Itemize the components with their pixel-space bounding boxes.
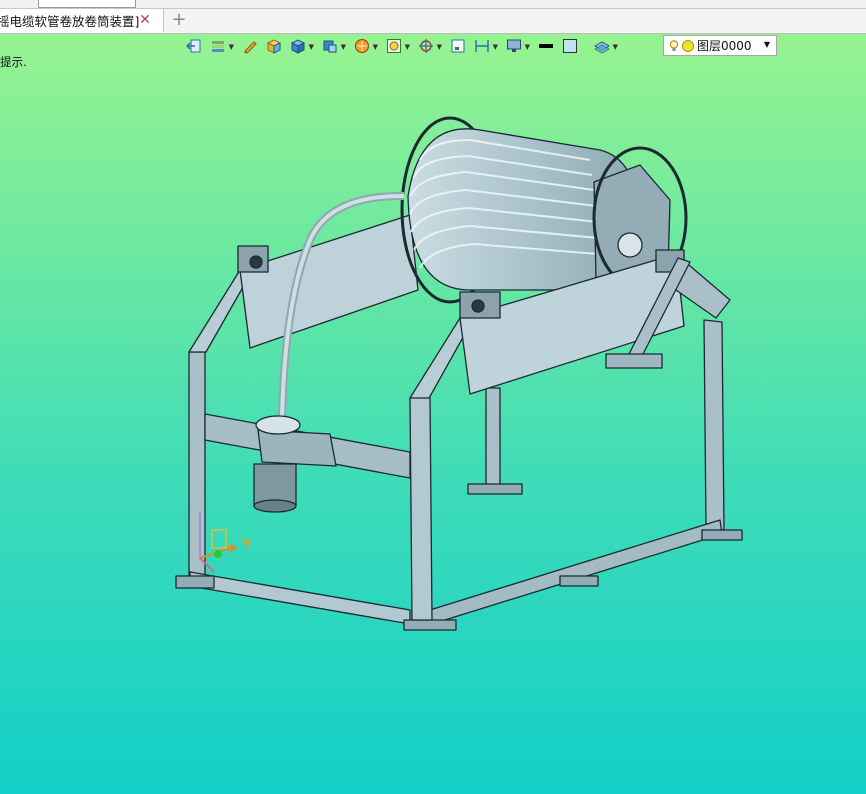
document-tabbar: 摇电缆软管卷放卷筒装置] ✕ + [0,9,866,34]
foot-right [701,529,743,541]
axis-triad [199,512,238,573]
close-icon[interactable]: ✕ [137,12,153,28]
pencil-icon [244,41,257,54]
swivel-top [255,415,301,435]
view-toolbar: ▼ ▼ ▼ ▼ ▼ ▼ ▼ ▼ ▼ [183,35,618,57]
render-orange-icon [355,39,369,53]
cube-blue-icon [290,39,306,54]
layer-combo-value: 图层0000 [697,39,752,53]
zoom-fit-button[interactable]: ▼ [383,36,410,56]
3d-viewport[interactable]: Y [0,0,866,794]
target-icon [419,39,433,53]
axis-y-label: Y [242,538,252,553]
top-strip [0,0,866,9]
layer-stack-icon [212,41,224,52]
color-swatch-icon [563,39,577,53]
pencil-button[interactable] [239,36,261,56]
exit-sketch-icon [186,39,201,53]
zoom-fit-icon [387,39,401,53]
frame-back-right-leg [703,319,725,531]
line-black-icon [539,44,553,48]
document-tab-label: 摇电缆软管卷放卷筒装置] [0,13,140,29]
render-button[interactable]: ▼ [351,36,378,56]
top-combo[interactable] [38,0,136,8]
layer-color-icon [682,39,694,52]
swivel-bracket [257,429,337,467]
layer-combo[interactable]: 图层0000 ▼ [663,35,777,56]
cable-reel-model[interactable] [0,0,866,794]
layers-button[interactable]: ▼ [591,36,618,56]
front-leg [409,397,433,621]
box-yellow-icon [266,39,282,54]
target-button[interactable]: ▼ [415,36,442,56]
layer-stack-button[interactable]: ▼ [207,36,234,56]
line-style-button[interactable] [535,36,557,56]
dimension-icon [475,40,489,52]
frame-button[interactable] [447,36,469,56]
exit-sketch-button[interactable] [183,36,205,56]
cube-button[interactable]: ▼ [287,36,314,56]
bulb-icon [669,39,679,51]
layers-icon [594,41,610,54]
left-beam [239,214,419,349]
view-cube-icon [323,40,337,53]
chevron-down-icon[interactable]: ▼ [764,40,770,49]
center-foot [467,483,523,495]
document-tab[interactable]: 摇电缆软管卷放卷筒装置] ✕ [0,9,164,33]
foot-front [403,619,457,631]
dimension-button[interactable]: ▼ [471,36,498,56]
color-button[interactable] [559,36,581,56]
frame-icon [451,39,465,53]
monitor-icon [507,39,521,52]
monitor-button[interactable]: ▼ [503,36,530,56]
bottom-right-rail [429,519,723,625]
box-button[interactable] [263,36,285,56]
crank-handle [605,353,663,369]
foot-mid [559,575,599,587]
status-hint: 提示. [0,55,27,69]
view-cube-button[interactable]: ▼ [319,36,346,56]
frame-center-leg [485,387,501,489]
add-tab-icon[interactable]: + [170,11,188,29]
